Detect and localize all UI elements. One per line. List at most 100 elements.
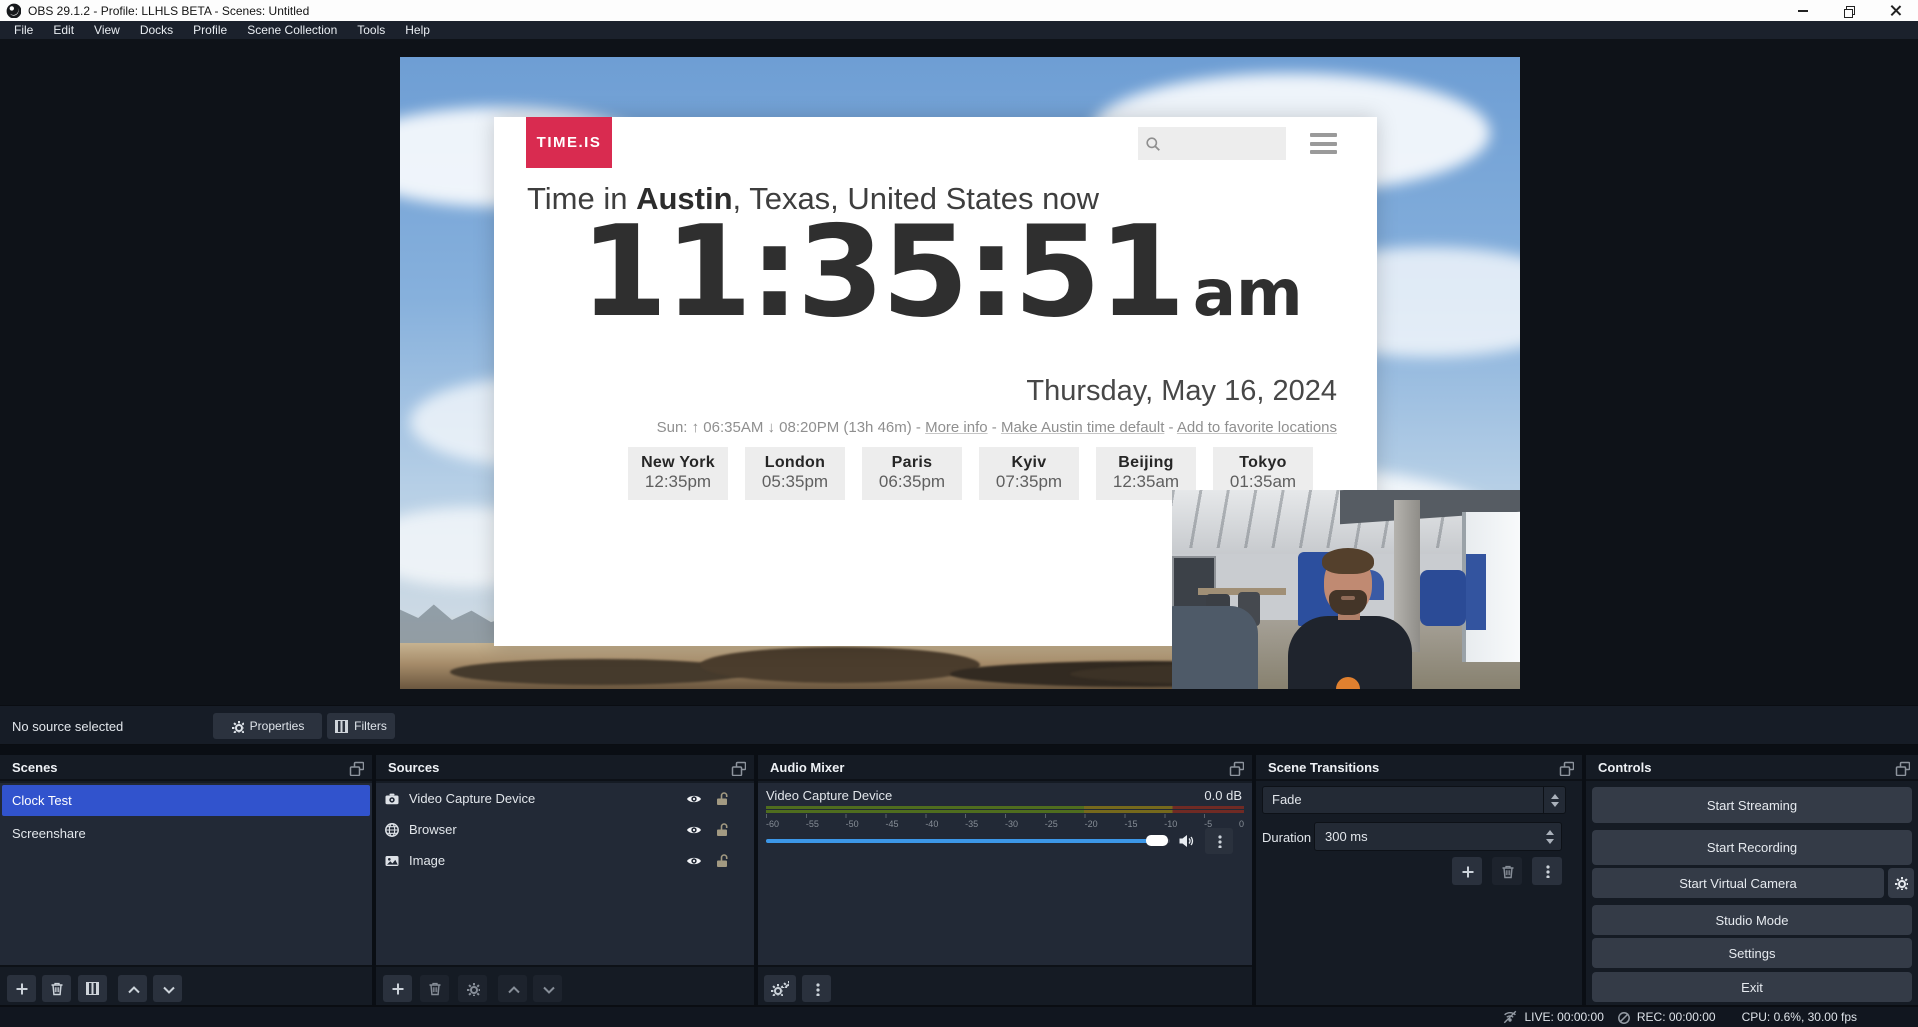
sources-dock-header[interactable]: Sources: [376, 755, 754, 781]
lock-icon[interactable]: [714, 853, 728, 867]
city-name: Beijing: [1096, 454, 1196, 472]
remove-transition-button[interactable]: [1492, 857, 1522, 885]
cpu-fps-stats: CPU: 0.6%, 30.00 fps: [1742, 1010, 1857, 1024]
hamburger-menu-icon: [1310, 133, 1337, 154]
city-name: New York: [628, 454, 728, 472]
volume-slider-handle[interactable]: [1146, 835, 1168, 846]
tick-label: -25: [1045, 819, 1058, 829]
menu-file[interactable]: File: [4, 21, 43, 39]
menu-profile[interactable]: Profile: [183, 21, 237, 39]
meter-tick-labels: -60 -55 -50 -45 -40 -35 -30 -25 -20 -15 …: [766, 819, 1244, 829]
meter-ruler: [766, 814, 1244, 818]
start-virtual-camera-button[interactable]: Start Virtual Camera: [1592, 868, 1884, 898]
workspace: TIME.IS Time in Austin, Texas, United St…: [0, 39, 1918, 705]
trash-icon: [427, 981, 442, 996]
source-item-browser[interactable]: Browser: [376, 814, 754, 845]
mixer-channel-name: Video Capture Device: [766, 788, 892, 803]
minimize-button[interactable]: [1780, 0, 1826, 21]
close-button[interactable]: [1872, 0, 1918, 21]
scene-item-screenshare[interactable]: Screenshare: [2, 818, 370, 849]
source-item-image[interactable]: Image: [376, 845, 754, 876]
dots-vertical-icon: [810, 982, 824, 996]
menu-help[interactable]: Help: [395, 21, 440, 39]
scene-item-clock-test[interactable]: Clock Test: [2, 785, 370, 816]
filters-label: Filters: [354, 719, 387, 733]
live-status: LIVE: 00:00:00: [1502, 1009, 1603, 1025]
audio-mixer-title: Audio Mixer: [770, 760, 844, 775]
mixer-menu-button[interactable]: [802, 975, 831, 1002]
webcam-overlay: [1172, 490, 1520, 689]
make-default-link: Make Austin time default: [1001, 419, 1164, 436]
remove-source-button[interactable]: [420, 975, 449, 1002]
settings-button[interactable]: Settings: [1592, 938, 1912, 968]
start-recording-button[interactable]: Start Recording: [1592, 830, 1912, 865]
tick-label: -55: [806, 819, 819, 829]
add-favorite-link: Add to favorite locations: [1177, 419, 1337, 436]
studio-mode-button[interactable]: Studio Mode: [1592, 905, 1912, 935]
transition-properties-button[interactable]: [1532, 857, 1562, 885]
source-move-up-button[interactable]: [498, 975, 527, 1002]
menu-view[interactable]: View: [84, 21, 130, 39]
advanced-audio-button[interactable]: [764, 975, 796, 1002]
filters-button[interactable]: Filters: [327, 713, 395, 739]
close-icon: [1890, 5, 1901, 16]
lock-icon[interactable]: [714, 791, 728, 805]
scene-transitions-dock: Scene Transitions Fade Duration 300 ms: [1256, 755, 1582, 1005]
scenes-dock-header[interactable]: Scenes: [0, 755, 372, 781]
source-move-down-button[interactable]: [533, 975, 562, 1002]
transitions-title: Scene Transitions: [1268, 760, 1379, 775]
remove-scene-button[interactable]: [42, 975, 71, 1002]
sources-dock: Sources Video Capture Device Browser Ima…: [376, 755, 754, 1005]
volume-slider[interactable]: [766, 839, 1170, 843]
properties-label: Properties: [250, 719, 305, 733]
spinner-arrows[interactable]: [1546, 823, 1554, 850]
camera-icon: [384, 791, 400, 807]
start-streaming-button[interactable]: Start Streaming: [1592, 787, 1912, 823]
foreground-chair: [1172, 606, 1258, 689]
city-time: 06:35pm: [862, 472, 962, 492]
scene-move-down-button[interactable]: [153, 975, 182, 1002]
status-bar: LIVE: 00:00:00 REC: 00:00:00 CPU: 0.6%, …: [0, 1005, 1918, 1027]
image-icon: [384, 853, 400, 869]
visibility-eye-icon[interactable]: [686, 791, 702, 807]
timeis-sun-line: Sun: ↑ 06:35AM ↓ 08:20PM (13h 46m) - Mor…: [554, 419, 1337, 436]
visibility-eye-icon[interactable]: [686, 853, 702, 869]
controls-dock-header[interactable]: Controls: [1586, 755, 1918, 781]
separator: -: [988, 419, 1001, 436]
menu-docks[interactable]: Docks: [130, 21, 183, 39]
menu-scene-collection[interactable]: Scene Collection: [237, 21, 347, 39]
virtual-camera-settings-button[interactable]: [1888, 868, 1914, 898]
source-label: Video Capture Device: [409, 791, 535, 806]
tick-label: -15: [1124, 819, 1137, 829]
combo-arrows[interactable]: [1543, 787, 1565, 813]
source-properties-button[interactable]: [458, 975, 487, 1002]
scene-filters-button[interactable]: [78, 975, 107, 1002]
exit-button[interactable]: Exit: [1592, 972, 1912, 1002]
lock-icon[interactable]: [714, 822, 728, 836]
menu-tools[interactable]: Tools: [347, 21, 395, 39]
duration-spinner[interactable]: 300 ms: [1314, 822, 1562, 851]
volume-slider-fill: [766, 839, 1150, 843]
add-transition-button[interactable]: [1452, 857, 1482, 885]
add-source-button[interactable]: [383, 975, 412, 1002]
audio-mixer-dock-header[interactable]: Audio Mixer: [758, 755, 1252, 781]
timeis-logo: TIME.IS: [526, 117, 612, 168]
transitions-dock-header[interactable]: Scene Transitions: [1256, 755, 1582, 781]
tick-label: -10: [1164, 819, 1177, 829]
scenes-list: Clock Test Screenshare: [0, 783, 372, 965]
mixer-options-button[interactable]: [1205, 828, 1233, 854]
scene-move-up-button[interactable]: [118, 975, 147, 1002]
properties-button[interactable]: Properties: [213, 713, 322, 739]
city-box-kyiv: Kyiv07:35pm: [979, 447, 1079, 500]
preview-canvas[interactable]: TIME.IS Time in Austin, Texas, United St…: [400, 57, 1520, 689]
speaker-mute-icon[interactable]: [1178, 833, 1195, 850]
menu-edit[interactable]: Edit: [43, 21, 84, 39]
city-name: Kyiv: [979, 454, 1079, 472]
restore-button[interactable]: [1826, 0, 1872, 21]
source-item-video-capture[interactable]: Video Capture Device: [376, 783, 754, 814]
double-gear-icon: [770, 981, 790, 997]
visibility-eye-icon[interactable]: [686, 822, 702, 838]
add-scene-button[interactable]: [7, 975, 36, 1002]
tick-label: 0: [1239, 819, 1244, 829]
transition-select[interactable]: Fade: [1262, 786, 1566, 814]
